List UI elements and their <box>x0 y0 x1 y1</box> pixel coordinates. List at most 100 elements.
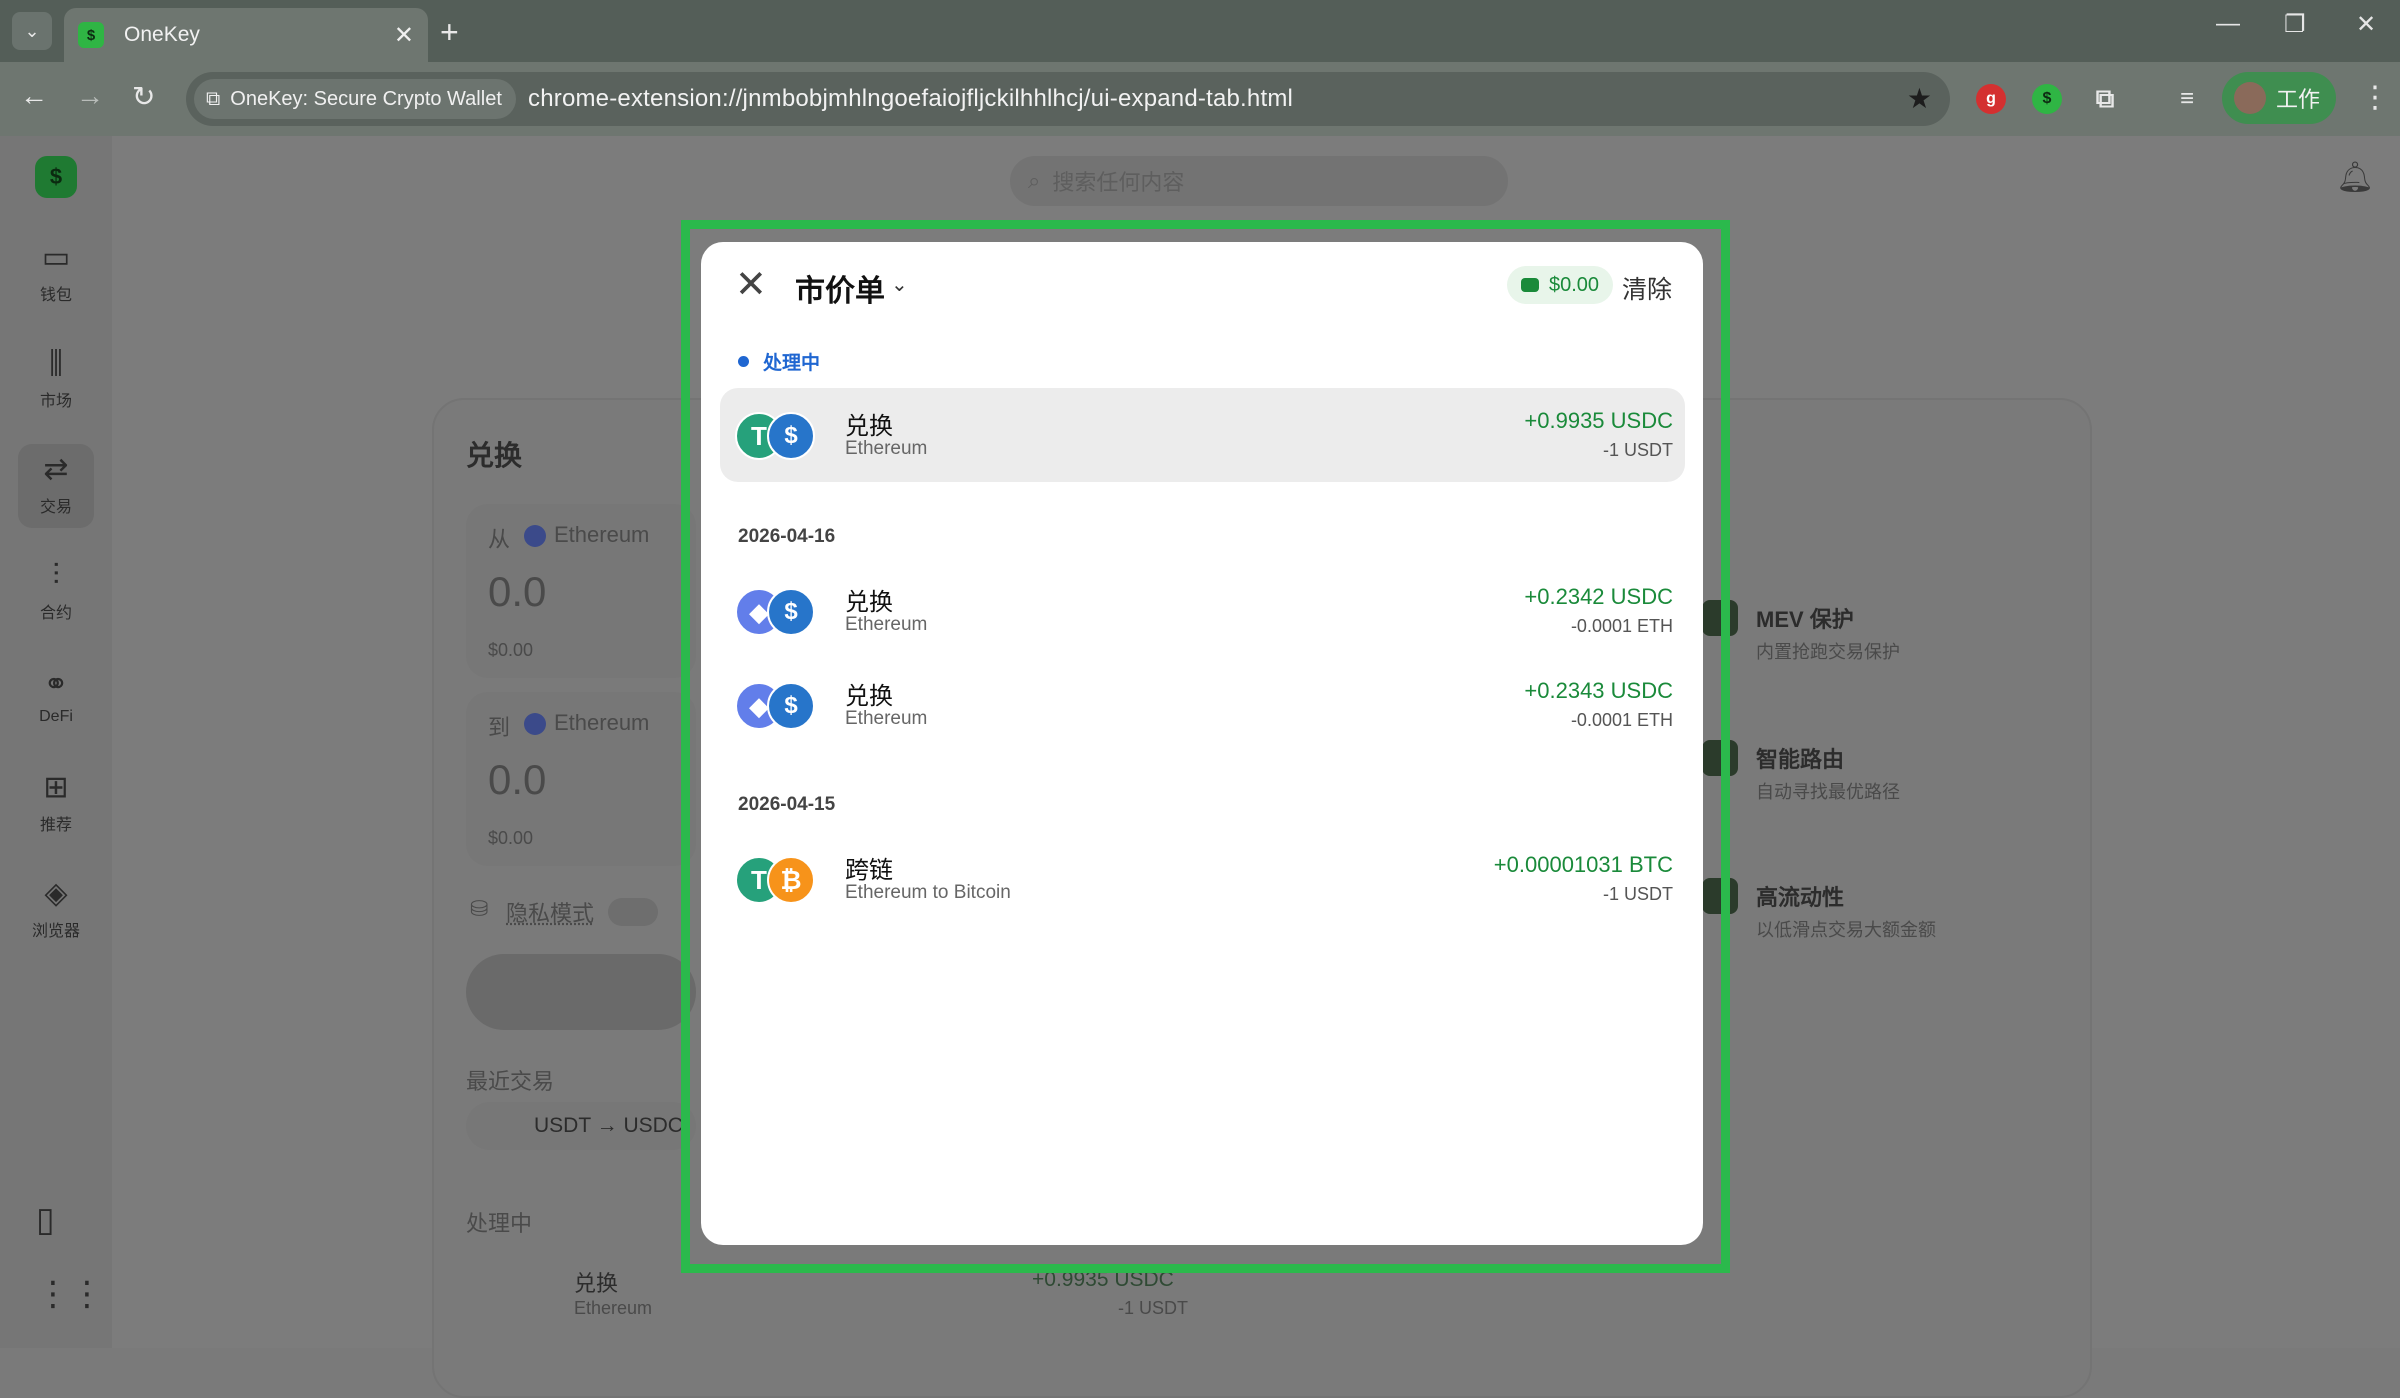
profile-button[interactable]: 工作 <box>2222 72 2336 124</box>
processing-section-label: 处理中 <box>738 348 820 375</box>
defi-icon: ⚭ <box>43 668 69 701</box>
sidebar-item-trade[interactable]: ⇄ 交易 <box>18 444 94 528</box>
gift-icon: ⊞ <box>43 771 69 804</box>
to-value: $0.00 <box>488 828 534 848</box>
restore-icon[interactable]: ❐ <box>2284 10 2306 39</box>
site-chip-label: OneKey: Secure Crypto Wallet <box>230 87 502 110</box>
device-icon[interactable]: ▯ <box>36 1200 55 1240</box>
tx-amount-in: +0.00001031 BTC <box>1493 852 1673 877</box>
ethereum-icon <box>524 525 546 548</box>
processing-dot-icon <box>738 356 749 367</box>
tx-row[interactable]: T ₿ 跨链 Ethereum to Bitcoin +0.00001031 B… <box>720 832 1685 926</box>
sidebar: $ ▭ 钱包 ⫼ 市场 ⇄ 交易 ⫶ 合约 ⚭ DeFi ⊞ 推荐 ◈ 浏览器 <box>0 136 112 1348</box>
swap-title: 兑换 <box>466 440 523 471</box>
onekey-logo[interactable]: $ <box>35 156 77 198</box>
gas-icon <box>1521 278 1539 292</box>
bg-tx-network: Ethereum <box>574 1298 653 1318</box>
usdc-token-icon: $ <box>767 412 815 460</box>
chevron-down-icon: ⌄ <box>24 20 40 41</box>
date-header: 2026-04-15 <box>738 794 836 815</box>
extensions-puzzle-icon[interactable]: ⧉ <box>2090 83 2120 114</box>
sidebar-item-browser[interactable]: ◈ 浏览器 <box>18 868 94 952</box>
feature-mev-desc: 内置抢跑交易保护 <box>1756 642 1900 662</box>
close-icon[interactable]: ✕ <box>735 266 767 304</box>
back-icon[interactable]: ← <box>20 80 48 112</box>
tx-row[interactable]: ◆ $ 兑换 Ethereum +0.2343 USDC -0.0001 ETH <box>720 658 1685 752</box>
media-control-icon[interactable]: ≡ <box>2172 84 2202 114</box>
tx-title: 兑换 <box>845 413 893 440</box>
sidebar-item-referral[interactable]: ⊞ 推荐 <box>18 762 94 846</box>
sidebar-item-wallet[interactable]: ▭ 钱包 <box>18 232 94 316</box>
btc-token-icon: ₿ <box>767 856 815 904</box>
sidebar-item-perps[interactable]: ⫶ 合约 <box>18 550 94 634</box>
tx-amount-in: +0.2342 USDC <box>1524 584 1673 609</box>
usdc-token-icon: $ <box>767 588 815 636</box>
from-label: 从 <box>488 527 511 552</box>
to-amount[interactable]: 0.0 <box>488 756 546 804</box>
address-bar[interactable]: ⧉ OneKey: Secure Crypto Wallet chrome-ex… <box>186 72 1950 126</box>
tx-network: Ethereum <box>845 614 928 635</box>
tx-amount-out: -0.0001 ETH <box>1570 710 1673 730</box>
new-tab-button[interactable]: + <box>440 14 459 51</box>
onekey-extension-icon[interactable]: $ <box>2032 84 2062 114</box>
tx-network: Ethereum <box>845 708 928 729</box>
tx-row[interactable]: ◆ $ 兑换 Ethereum +0.2342 USDC -0.0001 ETH <box>720 564 1685 658</box>
extension-icon: ⧉ <box>206 87 221 110</box>
usdc-token-icon: $ <box>767 682 815 730</box>
global-search[interactable]: ⌕ 搜索任何内容 <box>1010 156 1508 206</box>
browser-tab[interactable]: $ OneKey ✕ <box>64 8 428 62</box>
gas-fee-badge: $0.00 <box>1507 266 1614 304</box>
recent-label: 最近交易 <box>466 1069 555 1094</box>
feature-liquidity-desc: 以低滑点交易大额金额 <box>1756 920 1936 940</box>
reload-icon[interactable]: ↻ <box>132 80 155 113</box>
gas-value: $0.00 <box>1549 273 1600 296</box>
swap-icon: ⇄ <box>43 453 69 486</box>
chevron-down-icon[interactable]: ⌄ <box>891 272 908 297</box>
sidebar-item-market[interactable]: ⫼ 市场 <box>18 338 94 422</box>
tx-amount-out: -1 USDT <box>1602 440 1673 460</box>
to-label: 到 <box>488 715 511 740</box>
bg-tx-title: 兑换 <box>574 1271 619 1296</box>
feature-mev-title: MEV 保护 <box>1756 607 1854 632</box>
ethereum-icon <box>524 713 546 736</box>
swap-action-button[interactable] <box>466 954 696 1030</box>
tx-amount-in: +0.2343 USDC <box>1524 678 1673 703</box>
tx-amount-in: +0.9935 USDC <box>1524 408 1673 433</box>
clear-button[interactable]: 清除 <box>1622 270 1672 306</box>
apps-grid-icon[interactable]: ⋮⋮ <box>36 1274 104 1314</box>
bookmark-star-icon[interactable]: ★ <box>1907 82 1932 115</box>
site-info-chip[interactable]: ⧉ OneKey: Secure Crypto Wallet <box>194 79 516 119</box>
bell-icon[interactable]: 🔔︎ <box>2336 160 2374 195</box>
browser-menu-icon[interactable]: ⋮ <box>2360 80 2390 115</box>
url-text[interactable]: chrome-extension://jnmbobjmhlngoefaiojfl… <box>528 85 1293 113</box>
privacy-toggle[interactable] <box>608 898 658 926</box>
forward-icon[interactable]: → <box>76 80 104 112</box>
tx-title: 兑换 <box>845 683 893 710</box>
tx-row-processing[interactable]: T $ 兑换 Ethereum +0.9935 USDC -1 USDT <box>720 388 1685 482</box>
wallet-icon: ▭ <box>41 241 71 274</box>
search-icon: ⌕ <box>1028 168 1041 193</box>
onekey-favicon-icon: $ <box>78 22 104 48</box>
tx-network: Ethereum to Bitcoin <box>845 882 1011 903</box>
sidebar-item-defi[interactable]: ⚭ DeFi <box>18 656 94 740</box>
tx-amount-out: -0.0001 ETH <box>1570 616 1673 636</box>
tab-close-icon[interactable]: ✕ <box>394 21 414 50</box>
bg-tx-amount-out: -1 USDT <box>1118 1298 1189 1318</box>
avatar <box>2234 82 2266 114</box>
tab-search-button[interactable]: ⌄ <box>12 12 52 50</box>
modal-title[interactable]: 市价单 <box>795 266 885 310</box>
profile-label: 工作 <box>2276 87 2321 112</box>
to-chain[interactable]: Ethereum <box>524 710 649 736</box>
browser-tab-strip: ⌄ $ OneKey ✕ + — ❐ ✕ <box>0 0 2400 62</box>
red-extension-icon[interactable]: g <box>1976 84 2006 114</box>
from-chain[interactable]: Ethereum <box>524 522 649 548</box>
from-amount[interactable]: 0.0 <box>488 568 546 616</box>
privacy-icon: ⛁ <box>470 896 489 921</box>
market-icon: ⫼ <box>49 347 63 380</box>
window-close-icon[interactable]: ✕ <box>2356 10 2376 39</box>
from-value: $0.00 <box>488 640 534 660</box>
tx-title: 跨链 <box>845 857 893 884</box>
minimize-icon[interactable]: — <box>2216 10 2240 38</box>
compass-icon: ◈ <box>44 877 68 910</box>
search-placeholder: 搜索任何内容 <box>1052 170 1185 195</box>
